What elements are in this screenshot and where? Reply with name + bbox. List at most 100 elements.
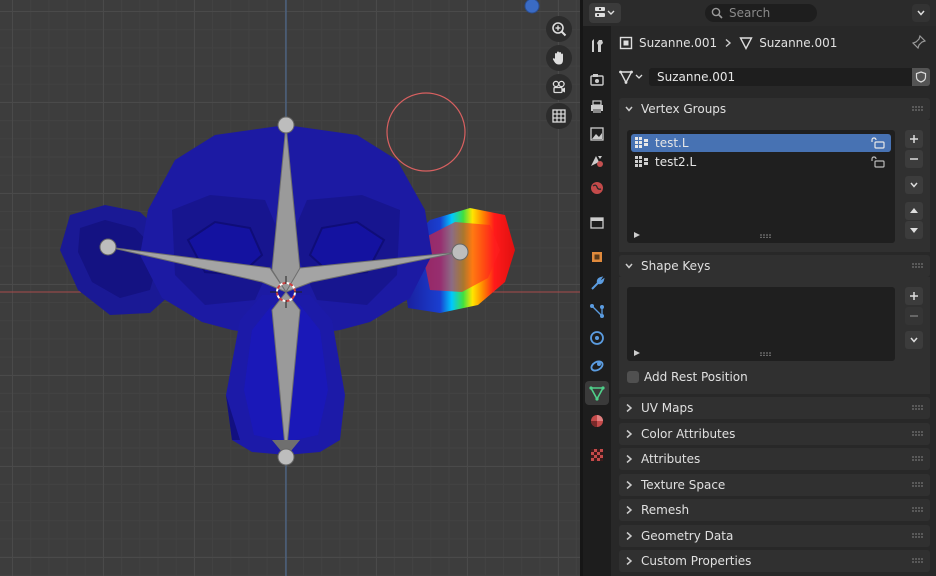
mesh-name-field[interactable]: Suzanne.001 — [649, 68, 915, 86]
tool-icon — [592, 39, 603, 52]
view-layer-icon — [590, 127, 604, 141]
chevron-right-icon — [624, 429, 638, 439]
panel-title: Custom Properties — [641, 554, 752, 568]
panel-uv-maps-header[interactable]: UV Maps — [619, 397, 930, 419]
collection-icon — [590, 217, 604, 229]
drag-grip-icon — [912, 431, 923, 436]
drag-grip-icon — [912, 533, 923, 538]
shape-key-list[interactable] — [627, 287, 895, 361]
tab-render[interactable] — [585, 68, 609, 92]
panel-title: Vertex Groups — [641, 102, 727, 116]
unlock-icon[interactable] — [871, 137, 885, 152]
remove-shape-key-button[interactable] — [905, 307, 923, 325]
resize-grip-icon — [760, 352, 771, 356]
drag-grip-icon — [912, 405, 923, 410]
panel-title: Remesh — [641, 503, 690, 517]
editor-type-button[interactable] — [589, 3, 621, 23]
drag-grip-icon — [912, 456, 923, 461]
tab-particles[interactable] — [585, 299, 609, 323]
search-input[interactable]: Search — [705, 4, 817, 22]
shield-icon — [915, 71, 927, 83]
tab-object[interactable] — [585, 245, 609, 269]
add-rest-position-label: Add Rest Position — [644, 370, 748, 384]
minus-icon — [910, 158, 918, 160]
move-up-button[interactable] — [905, 202, 923, 220]
tab-mesh-data[interactable] — [585, 381, 609, 405]
panel-texture-space-header[interactable]: Texture Space — [619, 474, 930, 496]
navigation-gizmo-axis[interactable] — [524, 0, 540, 14]
properties-editor: Search Suzanne.001 Suzanne.001 Suzanne.0… — [583, 0, 936, 576]
vertex-group-list[interactable]: test.L test2.L — [627, 130, 895, 243]
remove-vertex-group-button[interactable] — [905, 150, 923, 168]
vertex-group-icon — [635, 156, 649, 168]
add-shape-key-button[interactable] — [905, 287, 923, 305]
list-footer — [627, 347, 895, 361]
properties-content: Suzanne.001 Suzanne.001 Suzanne.001 Vert… — [611, 26, 936, 576]
properties-tabs — [583, 26, 611, 576]
3d-viewport[interactable] — [0, 0, 580, 576]
unlock-icon[interactable] — [871, 156, 885, 171]
panel-remesh-header[interactable]: Remesh — [619, 499, 930, 521]
mesh-data-icon — [619, 70, 643, 84]
tab-constraints[interactable] — [585, 353, 609, 377]
tab-collection[interactable] — [585, 211, 609, 235]
panel-custom-properties-header[interactable]: Custom Properties — [619, 550, 930, 572]
tab-tool[interactable] — [585, 34, 609, 58]
panel-color-attributes-header[interactable]: Color Attributes — [619, 423, 930, 445]
tab-texture[interactable] — [585, 443, 609, 467]
panel-attributes-header[interactable]: Attributes — [619, 448, 930, 470]
output-icon — [591, 100, 603, 113]
list-item[interactable]: test2.L — [631, 153, 891, 171]
zoom-icon[interactable] — [546, 16, 572, 42]
breadcrumb-object-name: Suzanne.001 — [639, 36, 718, 50]
chevron-right-icon — [624, 505, 638, 515]
particles-icon — [590, 304, 604, 318]
add-rest-position-checkbox[interactable] — [627, 371, 639, 383]
object-icon — [592, 252, 602, 262]
panel-shape-keys-header[interactable]: Shape Keys — [619, 255, 930, 277]
brush-radius-circle — [386, 92, 466, 172]
breadcrumb-mesh-name: Suzanne.001 — [759, 36, 838, 50]
fake-user-button[interactable] — [912, 68, 930, 86]
tab-modifiers[interactable] — [585, 272, 609, 296]
render-icon — [590, 74, 604, 86]
pin-icon[interactable] — [911, 34, 927, 52]
minus-icon — [910, 315, 918, 317]
tab-world[interactable] — [585, 176, 609, 200]
constraints-icon — [590, 360, 604, 372]
mesh-browse-button[interactable] — [617, 68, 647, 86]
world-icon — [591, 182, 603, 194]
pan-hand-icon[interactable] — [546, 45, 572, 71]
panel-geometry-data-header[interactable]: Geometry Data — [619, 525, 930, 547]
vertex-group-specials-menu[interactable] — [905, 176, 923, 194]
vertex-group-name: test.L — [655, 136, 689, 150]
add-rest-position-row[interactable]: Add Rest Position — [627, 370, 748, 384]
drag-grip-icon — [912, 106, 923, 111]
panel-title: UV Maps — [641, 401, 694, 415]
tab-physics[interactable] — [585, 326, 609, 350]
panel-vertex-groups-header[interactable]: Vertex Groups — [619, 98, 930, 120]
filter-expand-icon — [634, 350, 640, 356]
chevron-down-icon — [910, 337, 918, 343]
header-options-dropdown[interactable] — [912, 4, 930, 22]
panel-title: Shape Keys — [641, 259, 711, 273]
tab-scene[interactable] — [585, 149, 609, 173]
chevron-right-icon — [624, 531, 638, 541]
tab-view-layer[interactable] — [585, 122, 609, 146]
add-vertex-group-button[interactable] — [905, 130, 923, 148]
mesh-data-icon — [739, 37, 753, 50]
panel-shape-keys-body: Add Rest Position — [619, 277, 930, 394]
chevron-right-icon — [624, 556, 638, 566]
mesh-datablock-row: Suzanne.001 — [617, 66, 930, 88]
shape-key-specials-menu[interactable] — [905, 331, 923, 349]
tab-output[interactable] — [585, 95, 609, 119]
drag-grip-icon — [912, 482, 923, 487]
triangle-down-icon — [910, 228, 918, 233]
list-item[interactable]: test.L — [631, 134, 891, 152]
chevron-down-icon — [624, 261, 638, 271]
properties-header: Search — [583, 0, 936, 26]
tab-material[interactable] — [585, 409, 609, 433]
camera-view-icon[interactable] — [546, 74, 572, 100]
grid-ortho-icon[interactable] — [546, 103, 572, 129]
move-down-button[interactable] — [905, 221, 923, 239]
